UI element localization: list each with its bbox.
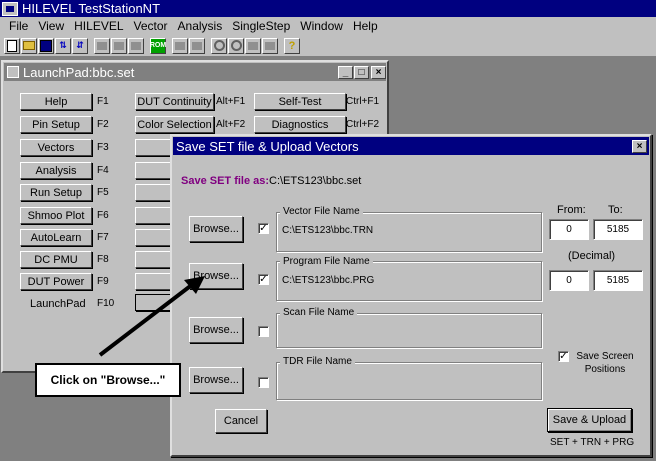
callout-box: Click on "Browse..." [35, 363, 181, 397]
callout-text: Click on "Browse..." [50, 373, 166, 387]
